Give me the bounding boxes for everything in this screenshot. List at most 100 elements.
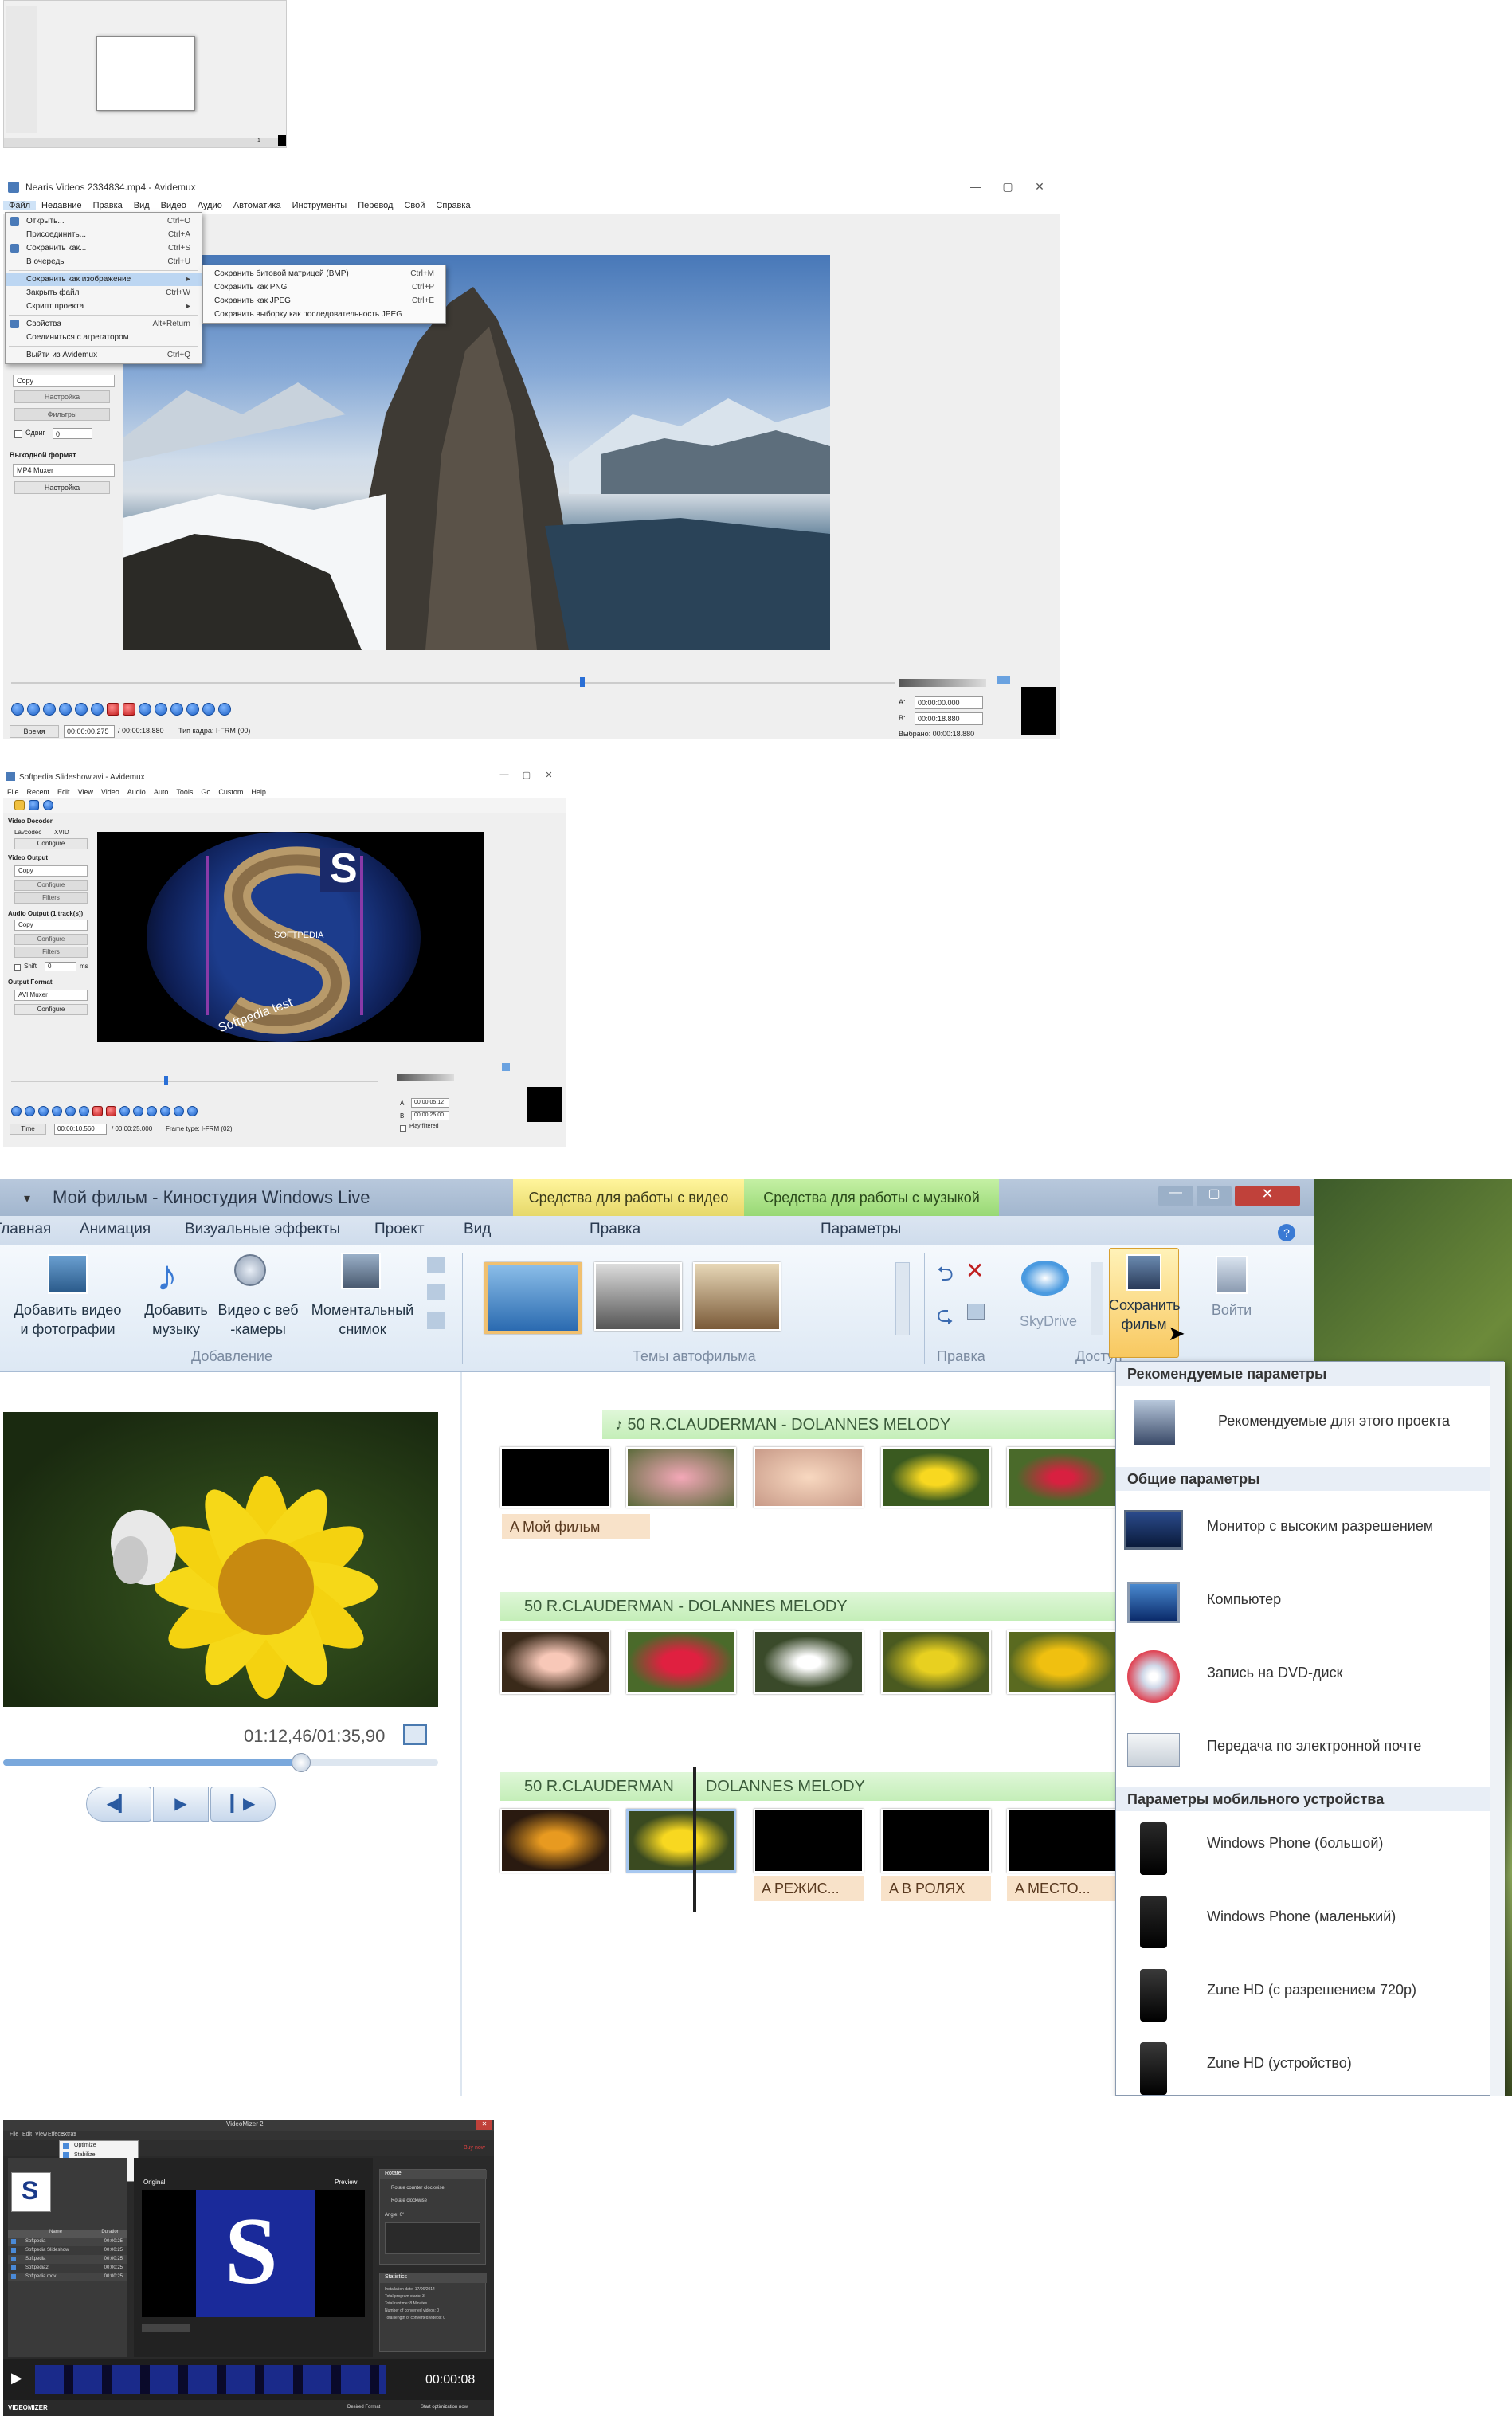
open-icon[interactable] <box>14 800 25 810</box>
menu-item[interactable]: Правка <box>88 201 128 210</box>
output-configure-button[interactable]: Configure <box>14 1004 88 1015</box>
close-button[interactable]: ✕ <box>1235 1186 1300 1206</box>
audio-output-select[interactable]: Copy <box>14 920 88 931</box>
next-frame-button[interactable]: ▎▶ <box>210 1787 276 1822</box>
theme-thumb-3[interactable] <box>693 1262 781 1331</box>
menu-item[interactable]: Автоматика <box>228 201 287 210</box>
menu-item-dvd[interactable]: Запись на DVD-диск <box>1116 1642 1503 1714</box>
delete-icon[interactable]: ✕ <box>966 1257 984 1284</box>
volume-bar[interactable] <box>899 679 986 687</box>
save-icon[interactable] <box>29 800 39 810</box>
a-marker-field[interactable]: 00:00:00.000 <box>915 696 983 709</box>
mark-b-icon[interactable] <box>123 703 135 716</box>
play-icon[interactable] <box>11 703 24 716</box>
rotate-ccw-option[interactable]: Rotate counter clockwise <box>391 2186 445 2190</box>
maximize-button[interactable]: ▢ <box>515 770 539 780</box>
play-icon[interactable] <box>11 1106 22 1116</box>
play-filtered-checkbox[interactable] <box>400 1125 406 1132</box>
current-time-field[interactable]: 00:00:10.560 <box>54 1124 107 1135</box>
table-row[interactable]: Softpedia 00:00:25 <box>8 2255 127 2264</box>
shift-checkbox[interactable] <box>14 430 22 438</box>
close-button[interactable]: ✕ <box>476 2120 492 2130</box>
submenu-item[interactable]: Сохранить выборку как последовательность… <box>203 308 445 321</box>
menu-item-hd-monitor[interactable]: Монитор с высоким разрешением <box>1116 1496 1503 1567</box>
maximize-button[interactable]: ▢ <box>1197 1186 1232 1206</box>
close-button[interactable]: ✕ <box>537 770 561 780</box>
video-output-select[interactable]: Copy <box>14 865 88 877</box>
menu-item[interactable]: Custom <box>214 788 247 796</box>
clip-thumb[interactable] <box>626 1447 736 1508</box>
clip-thumb[interactable] <box>754 1630 864 1694</box>
shift-checkbox[interactable] <box>14 964 21 971</box>
themes-scroll[interactable] <box>895 1262 910 1335</box>
angle-box[interactable] <box>385 2222 480 2254</box>
ribbon-tab[interactable]: Главная <box>0 1221 51 1238</box>
caption-director[interactable]: A РЕЖИС... <box>754 1876 864 1901</box>
mark-b-icon[interactable] <box>106 1106 116 1116</box>
buy-now-link[interactable]: Buy now <box>464 2145 485 2151</box>
mark-a-icon[interactable] <box>107 703 119 716</box>
go-start-icon[interactable] <box>139 703 151 716</box>
table-row[interactable]: Softpedia Slideshow 00:00:25 <box>8 2246 127 2255</box>
video-configure-button[interactable]: Configure <box>14 880 88 891</box>
caption-location[interactable]: A МЕСТО... <box>1007 1876 1117 1901</box>
filters-button[interactable]: Фильтры <box>14 408 110 421</box>
snapshot-button[interactable]: Моментальный снимок <box>303 1300 422 1339</box>
caption-my-movie[interactable]: A Мой фильм <box>502 1514 650 1539</box>
menu-item[interactable]: Edit <box>22 2132 32 2137</box>
next-frame-icon[interactable] <box>160 1106 170 1116</box>
menu-item[interactable]: Go <box>197 788 214 796</box>
clip-thumb[interactable] <box>881 1630 991 1694</box>
menu-item[interactable]: Файл <box>3 201 37 210</box>
rewind-icon[interactable] <box>25 1106 35 1116</box>
next-frame-icon[interactable] <box>186 703 199 716</box>
row-checkbox[interactable] <box>11 2265 16 2270</box>
video-filters-button[interactable]: Filters <box>14 892 88 904</box>
webcam-button[interactable]: Видео с веб -камеры <box>210 1300 306 1339</box>
theme-thumb-1[interactable] <box>484 1262 582 1334</box>
clip-thumb[interactable] <box>500 1809 610 1873</box>
menu-item-computer[interactable]: Компьютер <box>1116 1569 1503 1641</box>
ribbon-tab[interactable]: Проект <box>374 1221 425 1238</box>
playhead[interactable] <box>693 1767 696 1912</box>
ribbon-tab[interactable]: Анимация <box>80 1221 151 1238</box>
clip-thumb[interactable] <box>754 1447 864 1508</box>
next-keyframe-icon[interactable] <box>75 703 88 716</box>
menu-item[interactable]: Справка <box>430 201 476 210</box>
ribbon-tab[interactable]: Параметры <box>821 1221 901 1238</box>
seek-thumb[interactable] <box>292 1753 311 1772</box>
file-menu-item[interactable]: Выйти из Avidemux Ctrl+Q <box>6 348 202 362</box>
black-frame-icon[interactable] <box>91 703 104 716</box>
file-menu-item[interactable]: Открыть... Ctrl+O <box>6 214 202 228</box>
menu-item[interactable]: Video <box>97 788 123 796</box>
menu-item-zune-720p[interactable]: Zune HD (с разрешением 720p) <box>1116 1958 1503 2030</box>
skydrive-button[interactable]: SkyDrive <box>1009 1312 1088 1331</box>
timeline-track[interactable] <box>11 682 895 684</box>
menu-item-email[interactable]: Передача по электронной почте <box>1116 1716 1503 1787</box>
row-checkbox[interactable] <box>11 2257 16 2261</box>
file-menu-item[interactable]: Соединиться с агрегатором <box>6 331 202 344</box>
goto-mark-b-icon[interactable] <box>218 703 231 716</box>
rotate-right-icon[interactable]: ⮎ <box>937 1300 954 1335</box>
clip-thumb[interactable] <box>881 1809 991 1873</box>
music-track-1[interactable]: ♪ 50 R.CLAUDERMAN - DOLANNES MELODY <box>602 1410 1131 1439</box>
file-menu-item[interactable]: Закрыть файл Ctrl+W <box>6 286 202 300</box>
clip-thumb[interactable] <box>754 1809 864 1873</box>
menu-item-zune-device[interactable]: Zune HD (устройство) <box>1116 2031 1503 2096</box>
menu-item[interactable]: Свой <box>398 201 430 210</box>
goto-mark-a-icon[interactable] <box>174 1106 184 1116</box>
sign-in-button[interactable]: Войти <box>1200 1300 1263 1320</box>
output-format-select[interactable]: AVI Muxer <box>14 990 88 1001</box>
menu-item-wp-small[interactable]: Windows Phone (маленький) <box>1116 1885 1503 1956</box>
play-icon[interactable]: ▶ <box>11 2370 22 2387</box>
next-keyframe-icon[interactable] <box>65 1106 76 1116</box>
add-music-button[interactable]: Добавить музыку <box>132 1300 220 1339</box>
maximize-button[interactable]: ▢ <box>996 180 1020 194</box>
filmstrip[interactable] <box>35 2365 386 2394</box>
music-tools-tab[interactable]: Средства для работы с музыкой <box>744 1179 999 1216</box>
info-icon[interactable] <box>43 800 53 810</box>
menu-item[interactable]: Аудио <box>192 201 228 210</box>
b-marker-field[interactable]: 00:00:25.00 <box>411 1111 449 1120</box>
timeline-cursor[interactable] <box>580 677 585 687</box>
file-menu-item[interactable]: Сохранить как... Ctrl+S <box>6 241 202 255</box>
